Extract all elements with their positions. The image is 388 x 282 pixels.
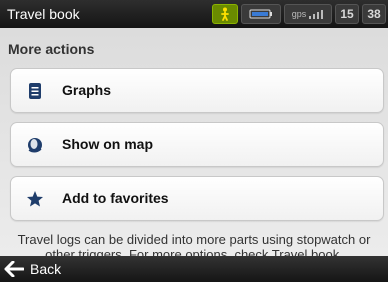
clock-minute: 38	[362, 4, 386, 24]
info-note-text: Travel logs can be divided into more par…	[17, 232, 371, 256]
info-note: Travel logs can be divided into more par…	[0, 232, 388, 256]
show-on-map-label: Show on map	[62, 136, 153, 152]
globe-icon	[25, 135, 45, 155]
add-to-favorites-label: Add to favorites	[62, 190, 169, 206]
arrow-left-icon	[4, 261, 24, 277]
title-bar: Travel book gps 15 38	[0, 0, 388, 28]
star-icon	[25, 189, 45, 209]
walking-person-icon	[212, 4, 238, 24]
graphs-button[interactable]: Graphs	[10, 68, 384, 113]
main-content: More actions Graphs Show on map Add to f…	[0, 28, 388, 256]
section-title: More actions	[8, 41, 95, 57]
gps-indicator: gps	[284, 4, 332, 24]
document-icon	[25, 81, 45, 101]
battery-icon	[241, 4, 281, 24]
gps-label: gps	[291, 9, 307, 19]
clock-hour: 15	[335, 4, 359, 24]
back-button[interactable]: Back	[4, 256, 61, 282]
window-title: Travel book	[7, 6, 80, 22]
signal-bars-icon	[309, 10, 324, 19]
add-to-favorites-button[interactable]: Add to favorites	[10, 176, 384, 221]
graphs-label: Graphs	[62, 82, 112, 98]
back-label: Back	[30, 261, 62, 277]
show-on-map-button[interactable]: Show on map	[10, 122, 384, 167]
bottom-bar: Back	[0, 256, 388, 282]
status-area: gps 15 38	[212, 4, 386, 24]
